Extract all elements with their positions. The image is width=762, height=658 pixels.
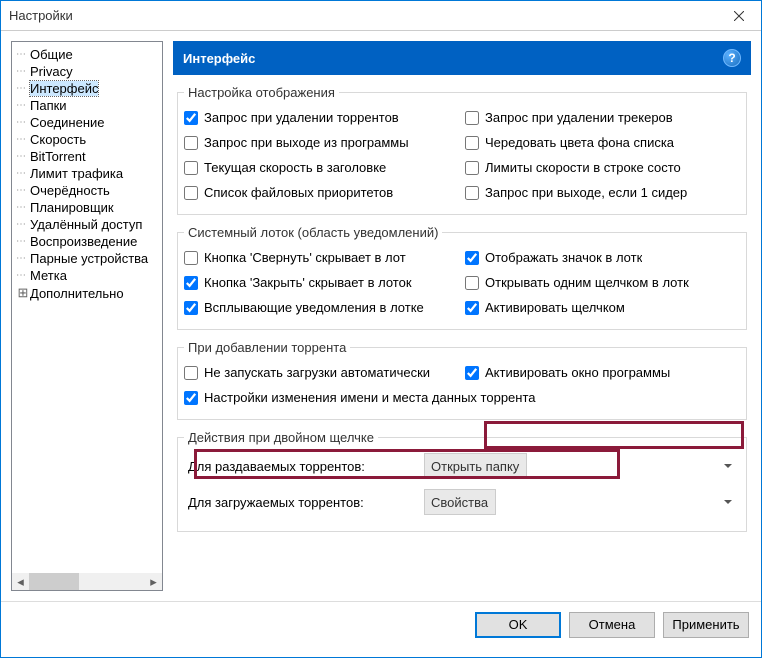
chk-activate-on-click[interactable]: Активировать щелчком bbox=[465, 298, 740, 317]
close-button[interactable] bbox=[716, 1, 761, 31]
help-icon[interactable]: ? bbox=[723, 49, 741, 67]
horizontal-scrollbar[interactable]: ◂ ▸ bbox=[12, 573, 162, 590]
chk-single-click-tray[interactable]: Открывать одним щелчком в лотк bbox=[465, 273, 740, 292]
chk-close-to-tray[interactable]: Кнопка 'Закрыть' скрывает в лоток bbox=[184, 273, 459, 292]
main-panel: Интерфейс ? Настройка отображения Запрос… bbox=[173, 41, 751, 591]
close-icon bbox=[734, 11, 744, 21]
scroll-right-arrow[interactable]: ▸ bbox=[145, 573, 162, 590]
panel-title: Интерфейс bbox=[183, 51, 723, 66]
group-doubleclick: Действия при двойном щелчке Для раздавае… bbox=[177, 430, 747, 532]
group-tray-legend: Системный лоток (область уведомлений) bbox=[184, 225, 442, 240]
titlebar: Настройки bbox=[1, 1, 761, 31]
chk-alternate-colors[interactable]: Чередовать цвета фона списка bbox=[465, 133, 740, 152]
group-display-legend: Настройка отображения bbox=[184, 85, 339, 100]
nav-privacy[interactable]: ⋯Privacy bbox=[12, 63, 162, 80]
dialog-footer: OK Отмена Применить bbox=[1, 601, 761, 647]
group-display: Настройка отображения Запрос при удалени… bbox=[177, 85, 747, 215]
nav-speed[interactable]: ⋯Скорость bbox=[12, 131, 162, 148]
chk-activate-window[interactable]: Активировать окно программы bbox=[465, 363, 740, 382]
scroll-left-arrow[interactable]: ◂ bbox=[12, 573, 29, 590]
chk-dont-start-auto[interactable]: Не запускать загрузки автоматически bbox=[184, 363, 459, 382]
nav-interface[interactable]: ⋯Интерфейс bbox=[12, 80, 162, 97]
nav-paired-devices[interactable]: ⋯Парные устройства bbox=[12, 250, 162, 267]
nav-queue[interactable]: ⋯Очерёдность bbox=[12, 182, 162, 199]
nav-scheduler[interactable]: ⋯Планировщик bbox=[12, 199, 162, 216]
ok-button[interactable]: OK bbox=[475, 612, 561, 638]
nav-playback[interactable]: ⋯Воспроизведение bbox=[12, 233, 162, 250]
chk-balloon-notifications[interactable]: Всплывающие уведомления в лотке bbox=[184, 298, 459, 317]
chk-speed-in-title[interactable]: Текущая скорость в заголовке bbox=[184, 158, 459, 177]
sidebar: ⋯Общие ⋯Privacy ⋯Интерфейс ⋯Папки ⋯Соеди… bbox=[11, 41, 163, 591]
expand-icon[interactable]: ⊞ bbox=[16, 285, 30, 301]
scroll-track[interactable] bbox=[29, 573, 145, 590]
group-add-torrent: При добавлении торрента Не запускать заг… bbox=[177, 340, 747, 420]
chk-confirm-delete-trackers[interactable]: Запрос при удалении трекеров bbox=[465, 108, 740, 127]
chk-confirm-exit[interactable]: Запрос при выходе из программы bbox=[184, 133, 459, 152]
nav-remote[interactable]: ⋯Удалённый доступ bbox=[12, 216, 162, 233]
group-dblclick-legend: Действия при двойном щелчке bbox=[184, 430, 378, 445]
chk-confirm-delete-torrents[interactable]: Запрос при удалении торрентов bbox=[184, 108, 459, 127]
downloading-action-label: Для загружаемых торрентов: bbox=[184, 495, 416, 510]
nav-bittorrent[interactable]: ⋯BitTorrent bbox=[12, 148, 162, 165]
group-tray: Системный лоток (область уведомлений) Кн… bbox=[177, 225, 747, 330]
seeding-action-select[interactable]: Открыть папку bbox=[424, 453, 527, 479]
scroll-thumb[interactable] bbox=[29, 573, 79, 590]
chk-show-tray-icon[interactable]: Отображать значок в лотк bbox=[465, 248, 740, 267]
nav-general[interactable]: ⋯Общие bbox=[12, 46, 162, 63]
chk-file-priority-list[interactable]: Список файловых приоритетов bbox=[184, 183, 459, 202]
cancel-button[interactable]: Отмена bbox=[569, 612, 655, 638]
chk-limits-in-statusbar[interactable]: Лимиты скорости в строке состо bbox=[465, 158, 740, 177]
chk-confirm-exit-seeder[interactable]: Запрос при выходе, если 1 сидер bbox=[465, 183, 740, 202]
nav-label[interactable]: ⋯Метка bbox=[12, 267, 162, 284]
panel-header: Интерфейс ? bbox=[173, 41, 751, 75]
apply-button[interactable]: Применить bbox=[663, 612, 749, 638]
window-title: Настройки bbox=[9, 8, 716, 23]
nav-tree: ⋯Общие ⋯Privacy ⋯Интерфейс ⋯Папки ⋯Соеди… bbox=[12, 42, 162, 573]
chk-show-rename-dialog[interactable]: Настройки изменения имени и места данных… bbox=[184, 388, 536, 407]
downloading-action-select[interactable]: Свойства bbox=[424, 489, 496, 515]
seeding-action-label: Для раздаваемых торрентов: bbox=[184, 459, 416, 474]
nav-connection[interactable]: ⋯Соединение bbox=[12, 114, 162, 131]
chk-minimize-to-tray[interactable]: Кнопка 'Свернуть' скрывает в лот bbox=[184, 248, 459, 267]
group-add-legend: При добавлении торрента bbox=[184, 340, 350, 355]
nav-advanced[interactable]: ⊞Дополнительно bbox=[12, 284, 162, 302]
nav-traffic-limit[interactable]: ⋯Лимит трафика bbox=[12, 165, 162, 182]
nav-folders[interactable]: ⋯Папки bbox=[12, 97, 162, 114]
